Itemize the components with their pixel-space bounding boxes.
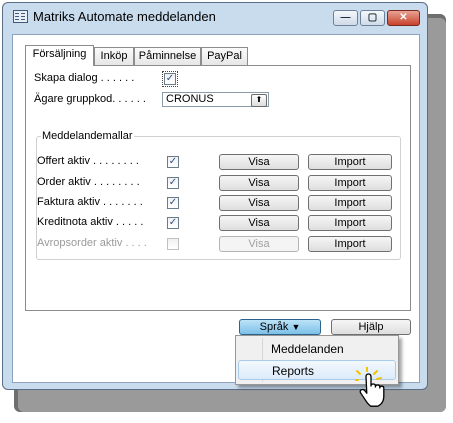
avropsorder-aktiv-label: Avropsorder aktiv . . . .: [37, 237, 147, 249]
faktura-aktiv-checkbox[interactable]: ✓: [167, 197, 179, 209]
dialog-window: Matriks Automate meddelanden — ▢ ✕ Försä…: [2, 2, 428, 390]
tab-paypal[interactable]: PayPal: [201, 47, 248, 65]
order-aktiv-label: Order aktiv . . . . . . . .: [37, 176, 140, 188]
tab-forsaljning[interactable]: Försäljning: [25, 45, 94, 66]
offert-aktiv-checkbox[interactable]: ✓: [167, 156, 179, 168]
tab-panel-forsaljning: Skapa dialog . . . . . . ✓ Ägare gruppko…: [25, 65, 411, 311]
title-bar[interactable]: Matriks Automate meddelanden — ▢ ✕: [3, 3, 427, 29]
avropsorder-aktiv-checkbox: [167, 238, 179, 250]
kreditnota-visa-button[interactable]: Visa: [219, 215, 299, 231]
window-app-icon[interactable]: [13, 10, 28, 23]
kreditnota-import-button[interactable]: Import: [308, 215, 392, 231]
menu-item-meddelanden[interactable]: Meddelanden: [238, 339, 396, 359]
menu-item-label: Meddelanden: [271, 342, 344, 356]
agare-gruppkod-label: Ägare gruppkod. . . . . .: [34, 93, 146, 105]
lookup-arrow-icon[interactable]: ⬆: [251, 94, 267, 107]
avropsorder-visa-button: Visa: [219, 236, 299, 252]
tab-inkop[interactable]: Inköp: [94, 47, 134, 65]
offert-import-button[interactable]: Import: [308, 154, 392, 170]
faktura-visa-button[interactable]: Visa: [219, 195, 299, 211]
kreditnota-aktiv-checkbox[interactable]: ✓: [167, 217, 179, 229]
skapa-dialog-label: Skapa dialog . . . . . .: [34, 72, 135, 84]
order-aktiv-checkbox[interactable]: ✓: [167, 177, 179, 189]
hand-pointer-icon: [355, 367, 385, 407]
kreditnota-aktiv-label: Kreditnota aktiv . . . . .: [37, 216, 144, 228]
sprak-label: Språk: [259, 321, 289, 333]
dropdown-arrow-icon: ▼: [291, 322, 301, 332]
window-title: Matriks Automate meddelanden: [33, 9, 216, 24]
hjalp-button[interactable]: Hjälp: [331, 319, 411, 335]
offert-aktiv-label: Offert aktiv . . . . . . . .: [37, 155, 139, 167]
order-import-button[interactable]: Import: [308, 175, 392, 191]
skapa-dialog-checkbox[interactable]: ✓: [162, 71, 178, 87]
menu-item-label: Reports: [272, 364, 315, 378]
client-area: Försäljning Inköp Påminnelse PayPal Skap…: [12, 34, 420, 383]
offert-visa-button[interactable]: Visa: [219, 154, 299, 170]
meddelandemallar-group: Meddelandemallar Offert aktiv . . . . . …: [36, 130, 401, 260]
tab-paminnelse[interactable]: Påminnelse: [134, 47, 201, 65]
order-visa-button[interactable]: Visa: [219, 175, 299, 191]
close-icon[interactable]: ✕: [387, 10, 420, 26]
minimize-icon[interactable]: —: [333, 10, 358, 26]
faktura-aktiv-label: Faktura aktiv . . . . . . .: [37, 196, 143, 208]
avropsorder-import-button[interactable]: Import: [308, 236, 392, 252]
faktura-import-button[interactable]: Import: [308, 195, 392, 211]
sprak-button[interactable]: Språk ▼: [239, 319, 321, 335]
group-title: Meddelandemallar: [41, 130, 134, 142]
maximize-icon[interactable]: ▢: [360, 10, 385, 26]
